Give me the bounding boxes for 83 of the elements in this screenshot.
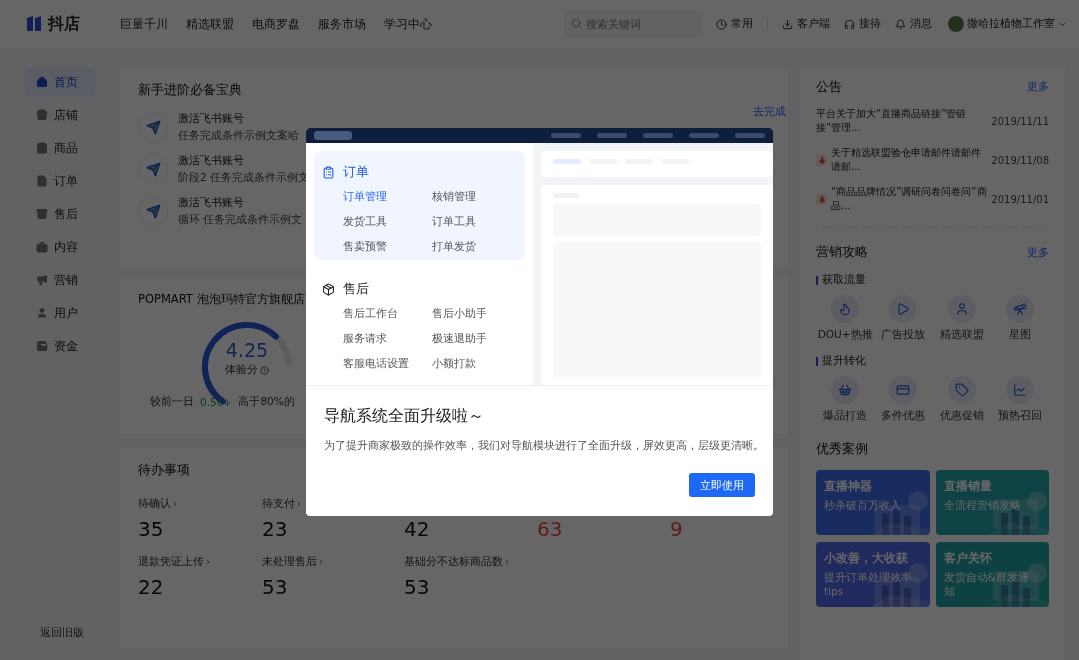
task-description: 循环 任务完成条件示例文 <box>178 213 303 227</box>
tool-tile[interactable]: 预热召回 <box>990 376 1049 423</box>
sidebar-item[interactable]: 订单 <box>24 167 96 195</box>
task-description: 任务完成条件示例文案哈 <box>178 129 299 143</box>
notice-item[interactable]: 平台关于加大“直播商品链接”管链接”管理... 2019/11/11 <box>816 107 1049 135</box>
tool-tile[interactable]: 优惠促销 <box>932 376 991 423</box>
todo-label[interactable]: 待确认 <box>138 497 262 511</box>
tool-tile[interactable]: 爆品打造 <box>816 376 875 423</box>
nav-link[interactable]: 电商罗盘 <box>252 16 300 32</box>
menu-item[interactable]: 发货工具 <box>343 214 432 229</box>
menu-item[interactable]: 订单管理 <box>343 189 432 204</box>
sidebar-item[interactable]: 内容 <box>24 233 96 261</box>
score-label: 体验分 <box>225 363 258 377</box>
nav-link[interactable]: 精选联盟 <box>186 16 234 32</box>
section-title: 优秀案例 <box>816 441 869 458</box>
change-value: 0.50 <box>200 396 224 408</box>
more-link[interactable]: 更多 <box>1027 245 1049 260</box>
todo-count: 22 <box>138 575 165 599</box>
todo-label[interactable]: 待支付 <box>262 497 404 511</box>
menu-item[interactable]: 核销管理 <box>432 189 521 204</box>
sidebar-item[interactable]: 首页 <box>24 68 96 96</box>
todo-count: 53 <box>262 575 289 599</box>
logo-text: 抖店 <box>48 13 80 35</box>
nav-link[interactable]: 服务市场 <box>318 16 366 32</box>
complete-link[interactable]: 去完成 <box>753 105 786 119</box>
notice-item[interactable]: 关于精选联盟验仓申请邮件请邮件请邮... 2019/11/08 <box>816 146 1049 174</box>
use-now-button[interactable]: 立即使用 <box>689 473 755 497</box>
sidebar-item[interactable]: 用户 <box>24 299 96 327</box>
tool-tile[interactable]: 多件优惠 <box>874 376 933 423</box>
user-menu[interactable]: 撒哈拉植物工作室 <box>948 16 1067 32</box>
tool-tile[interactable]: 星图 <box>990 295 1049 342</box>
dialog-text: 为了提升商家极致的操作效率，我们对导航模块进行了全面升级，屏效更高，层级更清晰。 <box>324 439 765 453</box>
toolbar-link[interactable]: 常用 <box>716 17 753 31</box>
menu-item[interactable]: 售卖预警 <box>343 239 432 254</box>
menu-item[interactable]: 打单发货 <box>432 239 521 254</box>
menu-item[interactable]: 售后工作台 <box>343 306 432 321</box>
todo-label[interactable]: 基础分不达标商品数 <box>404 555 537 569</box>
todo-count: 23 <box>262 517 289 541</box>
sidebar-item[interactable]: 营销 <box>24 266 96 294</box>
todo-label[interactable]: 退款凭证上传 <box>138 555 262 569</box>
todo-count: 9 <box>670 517 684 541</box>
todo-count: 63 <box>537 517 564 541</box>
sidebar-item[interactable]: 售后 <box>24 200 96 228</box>
rank-text: 高于80%的 <box>238 395 295 409</box>
section-title: 公告 <box>816 78 842 96</box>
nav-link[interactable]: 学习中心 <box>384 16 432 32</box>
menu-item[interactable]: 客服电话设置 <box>343 356 432 371</box>
tool-tile[interactable]: DOU+热推 <box>816 295 875 342</box>
menu-item[interactable]: 订单工具 <box>432 214 521 229</box>
shop-name: POPMART 泡泡玛特官方旗舰店 <box>138 292 306 307</box>
menu-item[interactable]: 小额打款 <box>432 356 521 371</box>
toolbar-link[interactable]: 消息 <box>895 17 932 31</box>
task-title: 激活飞书账号 <box>178 195 245 210</box>
menu-item[interactable]: 极速退助手 <box>432 331 521 346</box>
menu-heading: 订单 <box>343 163 369 181</box>
sidebar-item[interactable]: 店铺 <box>24 101 96 129</box>
todo-count: 53 <box>404 575 431 599</box>
case-card[interactable]: 直播神器 秒杀破百万收入 <box>816 470 930 535</box>
tool-tile[interactable]: 广告投放 <box>874 295 933 342</box>
task-title: 激活飞书账号 <box>178 153 245 168</box>
menu-heading: 售后 <box>343 280 369 298</box>
group-title: 提升转化 <box>822 354 866 368</box>
sidebar-item[interactable]: 资金 <box>24 332 96 360</box>
case-card[interactable]: 直播销量 全流程营销攻略 <box>935 470 1049 535</box>
section-title: 营销攻略 <box>816 244 868 261</box>
toolbar-link[interactable]: 接待 <box>844 17 881 31</box>
menu-item[interactable]: 售后小助手 <box>432 306 521 321</box>
sidebar-item[interactable]: 商品 <box>24 134 96 162</box>
more-link[interactable]: 更多 <box>1027 80 1049 94</box>
nav-link[interactable]: 巨量千川 <box>120 16 168 32</box>
tool-tile[interactable]: 精选联盟 <box>932 295 991 342</box>
score-value: 4.25 <box>225 339 269 361</box>
menu-item[interactable]: 服务请求 <box>343 331 432 346</box>
section-title: 新手进阶必备宝典 <box>138 82 242 99</box>
todo-label[interactable]: 未处理售后 <box>262 555 404 569</box>
group-title: 获取流量 <box>822 273 866 287</box>
task-title: 激活飞书账号 <box>178 111 245 126</box>
old-version-link[interactable]: 返回旧版 <box>24 626 108 640</box>
todo-count: 35 <box>138 517 165 541</box>
section-title: 待办事项 <box>138 462 191 479</box>
dialog-title: 导航系统全面升级啦～ <box>324 406 485 427</box>
toolbar-link[interactable]: 客户端 <box>782 17 830 31</box>
todo-count: 42 <box>404 517 431 541</box>
